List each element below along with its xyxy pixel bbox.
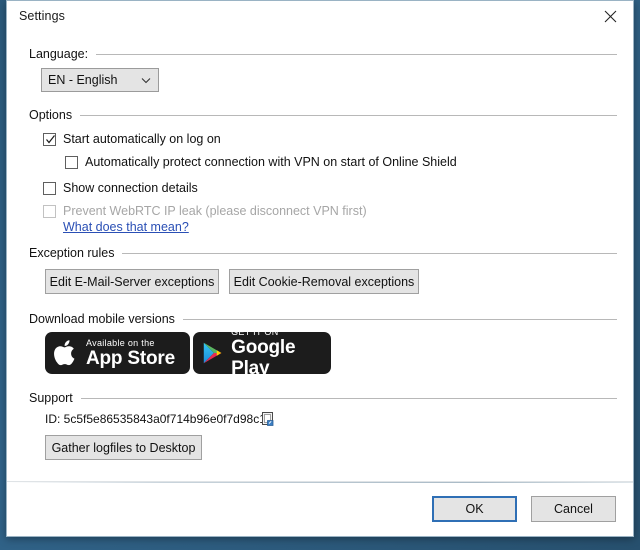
edit-cookie-removal-exceptions-button[interactable]: Edit Cookie-Removal exceptions	[229, 269, 419, 294]
chevron-down-icon	[141, 78, 151, 84]
checkbox-label: Automatically protect connection with VP…	[85, 155, 457, 169]
group-header-language: Language:	[29, 47, 617, 61]
edit-email-server-exceptions-button[interactable]: Edit E-Mail-Server exceptions	[45, 269, 219, 294]
group-rule	[80, 397, 617, 399]
window-title: Settings	[19, 9, 65, 23]
group-rule	[182, 318, 617, 320]
footer-separator	[7, 482, 633, 483]
close-icon[interactable]	[588, 1, 633, 32]
checkbox-start-automatically[interactable]: Start automatically on log on	[43, 132, 221, 147]
checkbox-label: Prevent WebRTC IP leak (please disconnec…	[63, 204, 367, 218]
mobile-group-label: Download mobile versions	[29, 312, 175, 326]
group-header-support: Support	[29, 391, 617, 405]
checkbox-auto-protect-vpn[interactable]: Automatically protect connection with VP…	[65, 155, 457, 170]
group-rule	[122, 252, 617, 254]
title-bar: Settings	[7, 1, 633, 33]
group-header-mobile: Download mobile versions	[29, 312, 617, 326]
clipboard-glyph	[262, 412, 274, 426]
apple-logo-icon	[54, 340, 75, 366]
copy-to-clipboard-icon[interactable]	[260, 411, 276, 427]
google-play-title: Google Play	[231, 337, 296, 374]
group-rule	[80, 114, 617, 116]
checkbox-label: Show connection details	[63, 181, 198, 195]
cancel-button[interactable]: Cancel	[531, 496, 616, 522]
dialog-footer: OK Cancel	[7, 481, 633, 536]
options-group-label: Options	[29, 108, 73, 122]
google-play-badge[interactable]: GET IT ON Google Play	[193, 332, 331, 374]
group-header-options: Options	[29, 108, 617, 122]
close-glyph	[604, 10, 617, 23]
checkbox-show-connection-details[interactable]: Show connection details	[43, 181, 198, 196]
google-play-text: GET IT ON Google Play	[231, 332, 331, 374]
checkbox-box	[65, 156, 78, 169]
what-does-that-mean-link[interactable]: What does that mean?	[63, 220, 189, 234]
app-store-text: Available on the App Store	[86, 338, 175, 369]
language-select[interactable]: EN - English	[41, 68, 159, 92]
checkbox-prevent-webrtc-leak: Prevent WebRTC IP leak (please disconnec…	[43, 204, 367, 219]
ok-button[interactable]: OK	[432, 496, 517, 522]
group-rule	[96, 53, 617, 55]
settings-dialog: Settings Language: EN - English Options	[6, 0, 634, 537]
exception-rules-group-label: Exception rules	[29, 246, 115, 260]
support-group-label: Support	[29, 391, 73, 405]
group-header-exception-rules: Exception rules	[29, 246, 617, 260]
checkbox-label: Start automatically on log on	[63, 132, 221, 146]
gather-logfiles-button[interactable]: Gather logfiles to Desktop	[45, 435, 202, 460]
checkmark-icon	[46, 135, 55, 144]
google-play-triangle-icon	[203, 342, 222, 364]
app-store-subtitle: Available on the	[86, 337, 155, 348]
language-group-label: Language:	[29, 47, 89, 61]
checkbox-box	[43, 182, 56, 195]
app-store-title: App Store	[86, 347, 175, 369]
language-select-value: EN - English	[48, 73, 118, 87]
checkbox-box	[43, 205, 56, 218]
support-id-text: ID: 5c5f5e86535843a0f714b96e0f7d98c1	[45, 412, 266, 426]
checkbox-box	[43, 133, 56, 146]
app-store-badge[interactable]: Available on the App Store	[45, 332, 190, 374]
dialog-content: Language: EN - English Options Start aut…	[7, 33, 633, 482]
